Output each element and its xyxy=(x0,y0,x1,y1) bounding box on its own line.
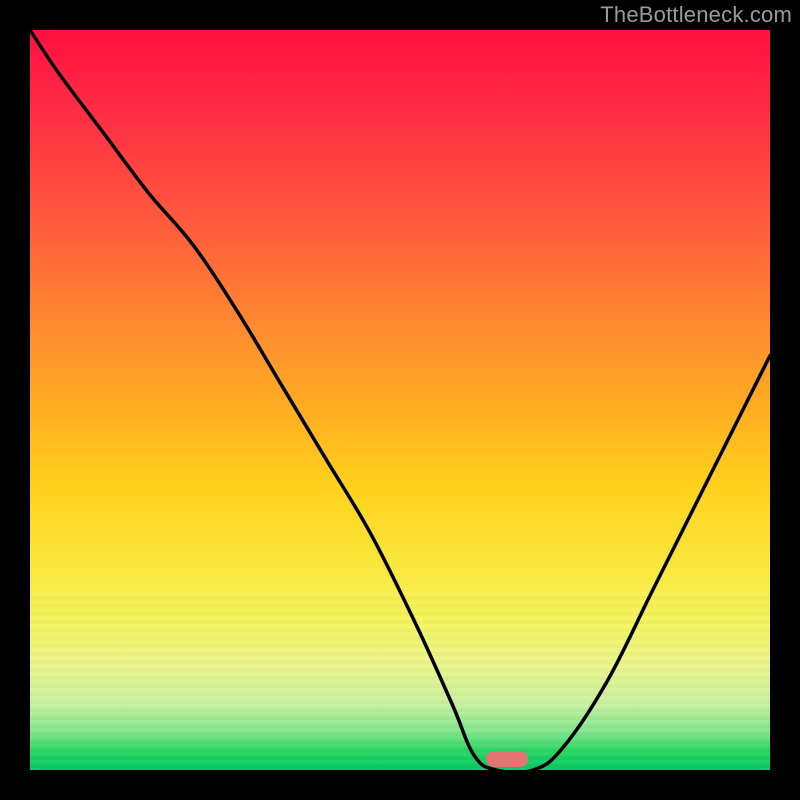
watermark-text: TheBottleneck.com xyxy=(600,2,792,28)
chart-container: TheBottleneck.com xyxy=(0,0,800,800)
bottleneck-curve-path xyxy=(30,30,770,770)
optimum-marker xyxy=(486,751,528,767)
plot-area xyxy=(30,30,770,770)
bottleneck-curve-svg xyxy=(30,30,770,770)
